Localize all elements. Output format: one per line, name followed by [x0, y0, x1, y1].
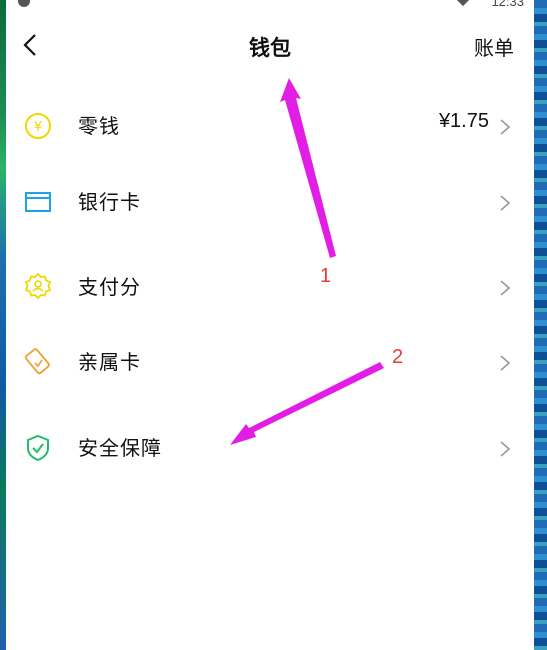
- chevron-right-icon: [500, 441, 511, 457]
- chevron-right-icon: [500, 355, 511, 371]
- page-title: 钱包: [249, 36, 291, 60]
- shield-icon: [27, 434, 49, 462]
- signal-icon: [455, 0, 471, 7]
- bank-card-icon: [25, 192, 51, 212]
- status-bar: 12:33: [6, 0, 534, 12]
- annotation-label-2: 2: [392, 346, 404, 368]
- chevron-right-icon: [500, 119, 511, 135]
- badge-person-icon: [24, 273, 52, 300]
- family-card-icon: [24, 348, 50, 375]
- menu-item-label: 安全保障: [78, 436, 162, 460]
- background-right-edge: [534, 0, 547, 650]
- yuan-coin-icon: ¥: [25, 113, 51, 139]
- svg-text:¥: ¥: [34, 120, 42, 135]
- balance-value: ¥1.75: [438, 110, 489, 132]
- notification-icon: [18, 0, 30, 7]
- annotation-label-1: 1: [320, 265, 332, 287]
- menu-item-change[interactable]: ¥ 零钱 ¥1.75: [6, 90, 534, 160]
- menu-item-label: 银行卡: [78, 190, 141, 214]
- header: 钱包 账单: [6, 20, 534, 72]
- wallet-screen: 12:33 钱包 账单 ¥ 零钱 ¥1.75 银行卡 支付分 亲属卡 安全保障 …: [6, 0, 534, 650]
- menu-item-bank-card[interactable]: 银行卡: [6, 166, 534, 236]
- menu-item-security[interactable]: 安全保障: [6, 412, 534, 482]
- bill-button[interactable]: 账单: [474, 32, 514, 61]
- chevron-right-icon: [500, 195, 511, 211]
- menu-item-pay-score[interactable]: 支付分: [6, 251, 534, 321]
- menu-item-label: 零钱: [78, 114, 120, 138]
- menu-item-family-card[interactable]: 亲属卡: [6, 326, 534, 396]
- status-time: 12:33: [491, 0, 524, 9]
- menu-item-label: 支付分: [78, 275, 141, 299]
- chevron-right-icon: [500, 280, 511, 296]
- menu-item-label: 亲属卡: [78, 350, 141, 374]
